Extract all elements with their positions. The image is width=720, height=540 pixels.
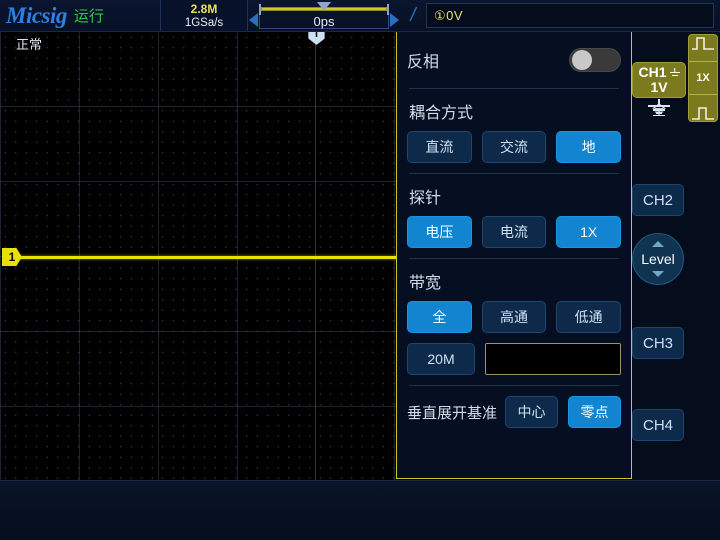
ch1-ground-symbol-icon bbox=[648, 99, 670, 115]
acquisition-info[interactable]: 2.8M 1GSa/s bbox=[160, 0, 248, 31]
bottom-toolbar: 微调 快速 保存 200us bbox=[0, 480, 720, 540]
vertical-reference-center-button[interactable]: 中心 bbox=[505, 396, 558, 428]
bandwidth-limit-row: 20M bbox=[407, 343, 621, 375]
trigger-level-knob[interactable]: Level bbox=[632, 233, 684, 285]
trigger-level-value: ①0V bbox=[434, 8, 463, 24]
slash-icon: / bbox=[400, 0, 426, 31]
ch1-waveform-trace bbox=[18, 256, 398, 259]
sidebar-item-ch3[interactable]: CH3 bbox=[632, 327, 684, 359]
invert-toggle[interactable] bbox=[569, 48, 621, 72]
memory-position-bar[interactable]: 0ps bbox=[248, 0, 400, 31]
ch1-volts-div: 1V bbox=[650, 80, 667, 95]
bandwidth-lowpass-button[interactable]: 低通 bbox=[556, 301, 621, 333]
chevron-down-icon bbox=[652, 271, 664, 277]
coupling-buttons: 直流 交流 地 bbox=[407, 131, 621, 163]
sidebar-item-ch4[interactable]: CH4 bbox=[632, 409, 684, 441]
invert-row: 反相 bbox=[407, 32, 621, 88]
probe-ratio-stepper[interactable]: 1X bbox=[688, 34, 718, 122]
probe-ratio-button[interactable]: 1X bbox=[556, 216, 621, 248]
bandwidth-section: 带宽 全 高通 低通 20M bbox=[407, 259, 621, 385]
ch1-label: CH1 bbox=[638, 65, 666, 80]
coupling-section: 耦合方式 直流 交流 地 bbox=[407, 89, 621, 173]
sidebar-item-ch1[interactable]: CH1 1V bbox=[632, 62, 686, 98]
coupling-dc-button[interactable]: 直流 bbox=[407, 131, 472, 163]
probe-buttons: 电压 电流 1X bbox=[407, 216, 621, 248]
pulse-up-icon[interactable] bbox=[691, 35, 715, 51]
coupling-ac-button[interactable]: 交流 bbox=[482, 131, 547, 163]
divider bbox=[689, 61, 717, 62]
divider bbox=[689, 94, 717, 95]
trigger-level-bar[interactable]: ①0V bbox=[426, 3, 714, 28]
ground-icon bbox=[670, 68, 680, 78]
top-status-bar: Micsig 运行 2.8M 1GSa/s 0ps / ①0V bbox=[0, 0, 720, 32]
memory-position-value: 0ps bbox=[248, 14, 400, 29]
vertical-reference-row: 垂直展开基准 中心 零点 bbox=[407, 386, 621, 428]
sidebar-item-ch2[interactable]: CH2 bbox=[632, 184, 684, 216]
probe-voltage-button[interactable]: 电压 bbox=[407, 216, 472, 248]
bandwidth-buttons: 全 高通 低通 bbox=[407, 301, 621, 333]
bandwidth-full-button[interactable]: 全 bbox=[407, 301, 472, 333]
run-state-label: 运行 bbox=[74, 5, 104, 26]
bandwidth-highpass-button[interactable]: 高通 bbox=[482, 301, 547, 333]
bandwidth-value-input[interactable] bbox=[485, 343, 621, 375]
ch1-ground-marker[interactable]: 1 bbox=[2, 248, 22, 266]
chevron-up-icon bbox=[652, 241, 664, 247]
micsig-logo: Micsig bbox=[6, 3, 67, 29]
probe-current-button[interactable]: 电流 bbox=[482, 216, 547, 248]
probe-section: 探针 电压 电流 1X bbox=[407, 174, 621, 258]
pulse-down-icon[interactable] bbox=[691, 105, 715, 121]
coupling-gnd-button[interactable]: 地 bbox=[556, 131, 621, 163]
brand-area: Micsig 运行 bbox=[0, 0, 160, 31]
invert-label: 反相 bbox=[407, 48, 439, 72]
level-label: Level bbox=[641, 251, 674, 267]
probe-title: 探针 bbox=[409, 184, 621, 208]
ch1-label-row: CH1 bbox=[638, 65, 679, 80]
coupling-title: 耦合方式 bbox=[409, 99, 621, 123]
bandwidth-20m-button[interactable]: 20M bbox=[407, 343, 475, 375]
vertical-reference-zero-button[interactable]: 零点 bbox=[568, 396, 621, 428]
invert-toggle-knob bbox=[572, 50, 592, 70]
memory-position-marker-icon bbox=[317, 2, 331, 11]
trigger-position-marker-icon[interactable]: T bbox=[308, 32, 325, 45]
memory-depth-value: 2.8M bbox=[191, 2, 218, 16]
probe-ratio-value: 1X bbox=[696, 72, 709, 84]
vertical-reference-buttons: 中心 零点 bbox=[505, 396, 621, 428]
vertical-reference-label: 垂直展开基准 bbox=[407, 402, 497, 423]
bandwidth-title: 带宽 bbox=[409, 269, 621, 293]
channel-settings-panel: 反相 耦合方式 直流 交流 地 探针 电压 电流 1X 带宽 bbox=[396, 32, 632, 479]
sample-rate-value: 1GSa/s bbox=[185, 16, 223, 30]
trigger-mode-label: 正常 bbox=[0, 34, 58, 53]
oscilloscope-screen: Micsig 运行 2.8M 1GSa/s 0ps / ①0V bbox=[0, 0, 720, 540]
